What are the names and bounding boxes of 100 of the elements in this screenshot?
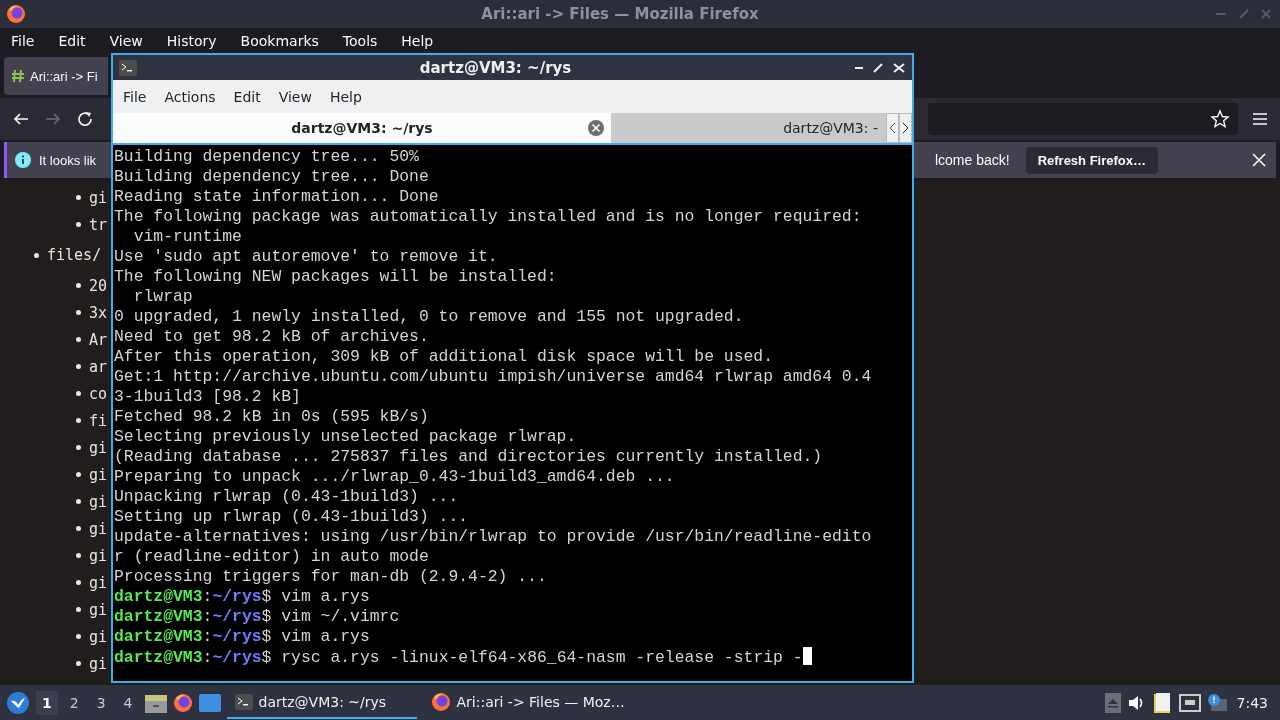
list-item-text: gi	[89, 627, 108, 646]
star-icon[interactable]	[1210, 109, 1230, 129]
terminal-prompt-line: dartz@VM3:~/rys$ vim a.rys	[114, 627, 370, 646]
list-item-text: tr	[89, 215, 108, 234]
terminal-line: Use 'sudo apt autoremove' to remove it.	[114, 247, 498, 266]
terminal-line: rlwrap	[132, 287, 193, 306]
task-button[interactable]: Ari::ari -> Files — Moz…	[422, 686, 633, 719]
terminal-line: update-alternatives: using /usr/bin/rlwrap to provide /usr/bin/readline-edito	[114, 527, 872, 546]
refresh-button[interactable]: Refresh Firefox…	[1025, 146, 1158, 174]
terminal-prompt-line: dartz@VM3:~/rys$ rysc a.rys -linux-elf64-x86_64-nasm -release -strip -	[114, 648, 803, 667]
terminal-line: Selecting previously unselected package rlwrap.	[114, 427, 577, 446]
network-icon[interactable]	[1178, 693, 1201, 712]
bullet-icon	[76, 222, 81, 227]
bullet-icon	[76, 445, 81, 450]
terminal-tab[interactable]: dartz@VM3: -	[611, 113, 886, 143]
workspace-button[interactable]: 3	[90, 690, 112, 715]
close-icon[interactable]	[1252, 153, 1266, 167]
terminal-line: Fetched 98.2 kB in 0s (595 kB/s)	[114, 407, 429, 426]
bullet-icon	[34, 252, 39, 258]
bullet-icon	[76, 195, 81, 200]
info-icon	[15, 152, 31, 168]
terminal-line: Preparing to unpack .../rlwrap_0.43-1build3_amd64.deb ...	[114, 467, 675, 486]
list-item-text: gi	[89, 492, 108, 511]
clock: 7:43	[1236, 694, 1268, 711]
terminal-line: The following package was automatically installed and is no longer required:	[114, 207, 862, 226]
back-icon[interactable]	[12, 111, 30, 127]
menu-item[interactable]: Edit	[225, 86, 269, 107]
terminal-icon	[119, 59, 137, 76]
window-controls-drawing[interactable]	[854, 61, 906, 74]
list-item-text: 3x	[89, 303, 108, 322]
terminal-line: (Reading database ... 275837 files and directories currently installed.)	[114, 447, 823, 466]
list-item-text: gi	[89, 573, 108, 592]
list-item-text: gi	[89, 438, 108, 457]
workspace-button[interactable]: 1	[36, 690, 58, 715]
workspace-button[interactable]: 4	[117, 690, 139, 715]
notification-icon[interactable]	[1206, 692, 1227, 713]
terminal-line: The following NEW packages will be installed:	[114, 267, 557, 286]
notification-text: It looks lik	[39, 152, 97, 168]
terminal-line: Building dependency tree... 50%	[114, 147, 419, 166]
terminal-line: Reading state information... Done	[114, 187, 439, 206]
reload-icon[interactable]	[76, 110, 94, 128]
scroll-left-icon[interactable]	[886, 113, 899, 143]
firefox-icon	[430, 691, 451, 712]
terminal-icon	[234, 693, 253, 710]
menu-item[interactable]: View	[102, 31, 150, 51]
file-cabinet-icon[interactable]	[144, 692, 167, 713]
bullet-icon	[76, 310, 81, 315]
terminal-line: vim-runtime	[132, 227, 242, 246]
terminal-line: 0 upgraded, 1 newly installed, 0 to remove and 155 not upgraded.	[114, 307, 744, 326]
scroll-right-icon[interactable]	[899, 113, 912, 143]
terminal-line: r (readline-editor) in auto mode	[114, 547, 429, 566]
browser-tab[interactable]: Ari::ari -> Fi	[4, 57, 108, 95]
eject-icon[interactable]	[1104, 692, 1121, 713]
bullet-icon	[76, 607, 81, 612]
clipboard-icon[interactable]	[1152, 691, 1173, 714]
terminal-prompt-line: dartz@VM3:~/rys$ vim ~/.vimrc	[114, 607, 400, 626]
bullet-icon	[76, 283, 81, 288]
bullet-icon	[76, 472, 81, 477]
list-item-text: Ar	[89, 330, 108, 349]
firefox-icon	[6, 4, 26, 24]
menu-item[interactable]: View	[270, 86, 320, 107]
menu-item[interactable]: History	[159, 31, 224, 51]
url-field[interactable]	[928, 103, 1238, 135]
menu-item[interactable]: Actions	[156, 86, 224, 107]
list-item-text: gi	[89, 546, 108, 565]
bullet-icon	[76, 661, 81, 666]
window-icon[interactable]	[198, 693, 221, 712]
close-icon[interactable]	[587, 119, 605, 137]
bullet-icon	[76, 526, 81, 531]
workspace-button[interactable]: 2	[63, 690, 85, 715]
list-item-text: gi	[89, 600, 108, 619]
list-item-text: ar	[89, 357, 108, 376]
list-item-text: gi	[89, 465, 108, 484]
window-title: Ari::ari -> Files — Mozilla Firefox	[480, 5, 760, 23]
task-button[interactable]: dartz@VM3: ~/rys	[226, 686, 417, 719]
terminal-line: Get:1 http://archive.ubuntu.com/ubuntu impish/universe amd64 rlwrap amd64 0.4	[114, 367, 872, 386]
bullet-icon	[76, 418, 81, 423]
bullet-icon	[76, 499, 81, 504]
menu-item[interactable]: Help	[321, 86, 370, 107]
menu-item[interactable]: Tools	[335, 31, 385, 51]
list-item-text: co	[89, 384, 108, 403]
list-item-text: gi	[89, 654, 108, 673]
terminal-line: Need to get 98.2 kB of archives.	[114, 327, 429, 346]
menu-item[interactable]: Bookmarks	[233, 31, 326, 51]
list-item-text: gi	[89, 519, 108, 538]
bullet-icon	[76, 364, 81, 369]
terminal-line: Unpacking rlwrap (0.43-1build3) ...	[114, 487, 459, 506]
menu-item[interactable]: File	[115, 86, 155, 107]
notification-text: lcome back!	[934, 152, 1010, 168]
menu-icon[interactable]	[1252, 112, 1268, 126]
terminal-line: Processing triggers for man-db (2.9.4-2) ...	[114, 567, 547, 586]
bullet-icon	[76, 553, 81, 558]
bullet-icon	[76, 391, 81, 396]
menu-item[interactable]: Help	[394, 31, 441, 51]
menu-item[interactable]: File	[4, 31, 42, 51]
terminal-tab[interactable]: dartz@VM3: ~/rys	[113, 113, 611, 143]
terminal-line: After this operation, 309 kB of additional disk space will be used.	[114, 347, 773, 366]
window-title: dartz@VM3: ~/rys	[418, 58, 573, 77]
terminal-prompt-line: dartz@VM3:~/rys$ vim a.rys	[114, 587, 370, 606]
menu-item[interactable]: Edit	[51, 31, 93, 51]
